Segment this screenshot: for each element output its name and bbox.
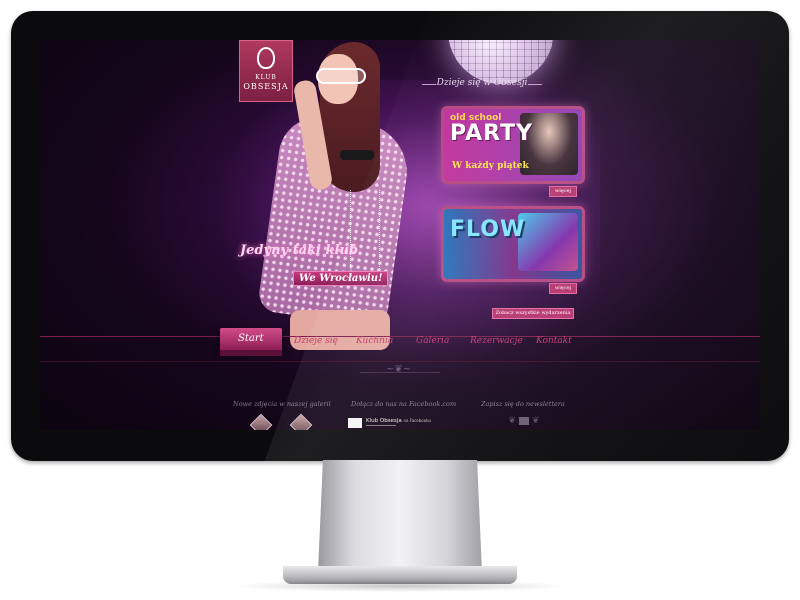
promo-old-school-party[interactable]: old school PARTY W każdy piątek (441, 106, 585, 184)
gallery-thumbnail[interactable] (249, 413, 273, 430)
promo-party-day: W każdy piątek (452, 161, 529, 171)
hero-dancer-image (230, 40, 440, 350)
promo-party-title: PARTY (450, 121, 534, 146)
nav-item-dzieje-sie[interactable]: Dzieje się (294, 336, 338, 346)
ornament-divider (360, 364, 440, 383)
nav-item-rezerwacje[interactable]: Rezerwacje (470, 336, 523, 346)
facebook-thumb-icon (348, 418, 362, 428)
events-tagline: Dzieje się w Obsesji (422, 78, 542, 88)
main-navigation: Start Dzieje się Kuchnia Galeria Rezerwa… (220, 328, 600, 360)
promo-flow-more-button[interactable]: więcej (549, 283, 577, 294)
website-screen: KLUB OBSESJA Dzieje się w Obsesji old sc… (40, 40, 760, 430)
promo-flow-title: FLOW (450, 217, 526, 242)
nav-item-kontakt[interactable]: Kontakt (536, 336, 572, 346)
nav-divider-bottom (40, 361, 760, 362)
promo-flow[interactable]: FLOW (441, 206, 585, 282)
nav-item-start[interactable]: Start (220, 328, 282, 356)
monitor-bezel: KLUB OBSESJA Dzieje się w Obsesji old sc… (11, 11, 789, 461)
newsletter-envelope-icon (519, 416, 529, 425)
all-events-button[interactable]: Zobacz wszystkie wydarzenia (492, 308, 574, 319)
dancer-necklace (350, 190, 380, 281)
dancer-bracelet (340, 150, 374, 160)
monitor-shadow (230, 580, 570, 592)
facebook-like-line (366, 425, 396, 426)
promo-flow-photo (518, 213, 578, 271)
hero-slogan-badge: We Wrocławiu! (293, 271, 389, 286)
facebook-name-text: Klub Obsesja (366, 418, 402, 424)
dancer-sunglasses (316, 68, 366, 84)
nav-item-galeria[interactable]: Galeria (416, 336, 449, 346)
hero-slogan: Jedyny taki klub (240, 243, 358, 258)
facebook-heading: Dołącz do nas na Facebook.com (351, 400, 457, 408)
newsletter-heading: Zapisz się do newslettera (481, 400, 565, 408)
promo-party-more-button[interactable]: więcej (549, 186, 577, 197)
gallery-thumbnail[interactable] (289, 413, 313, 430)
facebook-suffix-text: na Facebooku (403, 418, 431, 423)
facebook-page-name: Klub Obsesja na Facebooku (366, 418, 431, 424)
monitor-stand-neck (318, 460, 482, 572)
gallery-heading: Nowe zdjęcia w naszej galerii (233, 400, 331, 408)
nav-item-kuchnia[interactable]: Kuchnia (356, 336, 393, 346)
newsletter-ornament[interactable]: ❦ ❦ (486, 416, 562, 428)
